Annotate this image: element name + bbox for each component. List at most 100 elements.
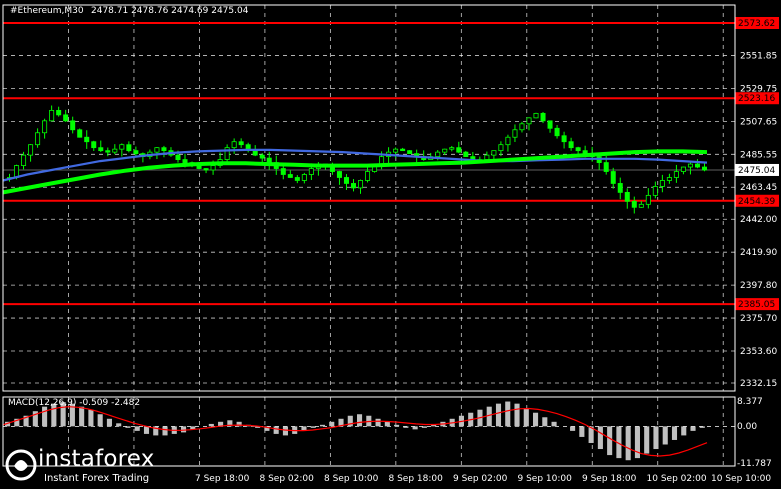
candle-body	[666, 177, 672, 181]
candle-body	[84, 136, 90, 143]
candle-body	[512, 129, 518, 138]
candle-body	[358, 180, 364, 189]
candle-body	[105, 150, 111, 153]
candle-body	[266, 157, 272, 163]
candle-body	[301, 174, 307, 181]
x-tick-label: 9 Sep 18:00	[582, 474, 637, 484]
macd-histogram-bar	[394, 424, 400, 427]
candle-body	[463, 151, 469, 158]
candle-body	[161, 147, 167, 152]
candle-body	[365, 171, 371, 181]
candle-body	[407, 150, 413, 155]
symbol-label: #Ethereum,M30	[10, 6, 84, 16]
y-tick-label: 2397.80	[740, 281, 777, 291]
macd-histogram-bar	[505, 401, 511, 427]
macd-histogram-bar	[134, 426, 140, 431]
macd-histogram-bar	[162, 426, 168, 436]
macd-histogram-bar	[319, 424, 326, 427]
candle-body	[35, 132, 41, 146]
candle-body	[287, 174, 293, 178]
candle-body	[659, 180, 665, 187]
instaforex-logo: instaforex Instant Forex Trading	[4, 446, 180, 486]
macd-histogram-bar	[384, 421, 390, 427]
candle-body	[175, 154, 181, 160]
macd-histogram-bar	[523, 408, 529, 427]
candle-body	[547, 120, 553, 129]
candle-body	[329, 166, 335, 172]
macd-histogram-bar	[570, 426, 576, 431]
level-label: 2573.62	[738, 19, 775, 29]
macd-histogram-bar	[421, 426, 427, 428]
x-tick-label: 10 Sep 10:00	[711, 474, 771, 484]
candle-body	[617, 183, 623, 193]
level-label: 2454.39	[738, 197, 775, 207]
macd-histogram-bar	[88, 409, 94, 427]
candle-body	[442, 148, 448, 153]
macd-histogram-bar	[403, 426, 409, 428]
macd-histogram-bar	[208, 423, 214, 427]
macd-histogram-bar	[533, 412, 539, 427]
y-tick-label: 2442.00	[740, 215, 777, 225]
y-tick-label: 2529.75	[740, 84, 777, 94]
candle-body	[154, 147, 160, 153]
y-tick-label: 2419.90	[740, 248, 777, 258]
macd-zero-label: 0.00	[737, 422, 757, 432]
candle-body	[238, 141, 244, 146]
candle-body	[701, 166, 707, 171]
candle-body	[280, 168, 286, 175]
macd-histogram-bar	[662, 426, 668, 445]
level-label: 2523.16	[738, 94, 775, 104]
price-chart[interactable]: 2573.62 2523.16 2454.39 2385.05 2475.04 2551…	[0, 0, 781, 489]
candle-body	[540, 112, 546, 122]
ohlc-values: 2478.71 2478.76 2474.69 2475.04	[91, 6, 249, 16]
x-tick-label: 9 Sep 10:00	[518, 474, 573, 484]
logo-name: instaforex	[38, 446, 155, 472]
macd-histogram-bar	[486, 406, 492, 427]
candle-body	[603, 162, 609, 172]
macd-histogram-bar	[495, 403, 502, 427]
candle-body	[673, 171, 679, 178]
macd-histogram-bar	[357, 414, 363, 427]
x-tick-label: 8 Sep 02:00	[260, 474, 315, 484]
macd-histogram-bar	[329, 421, 335, 427]
macd-histogram-bar	[282, 426, 288, 436]
candle-body	[308, 168, 314, 175]
candle-body	[112, 148, 118, 153]
candle-body	[694, 163, 700, 168]
candle-body	[652, 186, 658, 196]
candle-body	[133, 150, 139, 155]
candle-body	[42, 120, 48, 134]
macd-histogram-bar	[375, 418, 381, 427]
candle-body	[126, 144, 132, 152]
level-label: 2385.05	[738, 300, 775, 310]
candle-body	[28, 144, 34, 156]
candle-body	[56, 109, 62, 116]
candle-body	[77, 129, 83, 138]
macd-histogram-bar	[412, 426, 418, 430]
macd-histogram-bar	[79, 406, 85, 427]
candle-body	[400, 148, 406, 152]
macd-histogram-bar	[97, 414, 103, 427]
candle-body	[252, 150, 258, 156]
macd-histogram-bar	[644, 426, 650, 454]
candle-body	[98, 147, 104, 152]
y-tick-label: 2551.85	[740, 51, 777, 61]
candle-body	[119, 144, 125, 150]
candle-body	[379, 156, 385, 165]
macd-histogram-bar	[671, 426, 678, 440]
candle-body	[70, 120, 76, 131]
candle-body	[526, 117, 532, 125]
candle-body	[533, 112, 539, 119]
macd-histogram-bar	[681, 426, 687, 436]
candle-body	[575, 147, 581, 152]
candle-body	[350, 183, 356, 189]
macd-histogram-bar	[143, 426, 150, 434]
macd-histogram-bar	[116, 423, 122, 427]
y-tick-label: 2463.45	[740, 183, 777, 193]
candle-body	[561, 135, 567, 143]
candle-body	[624, 191, 630, 202]
instaforex-logo-icon	[5, 449, 37, 481]
macd-histogram-bar	[181, 426, 187, 433]
candle-body	[259, 154, 265, 159]
macd-max-label: 8.377	[737, 397, 763, 407]
